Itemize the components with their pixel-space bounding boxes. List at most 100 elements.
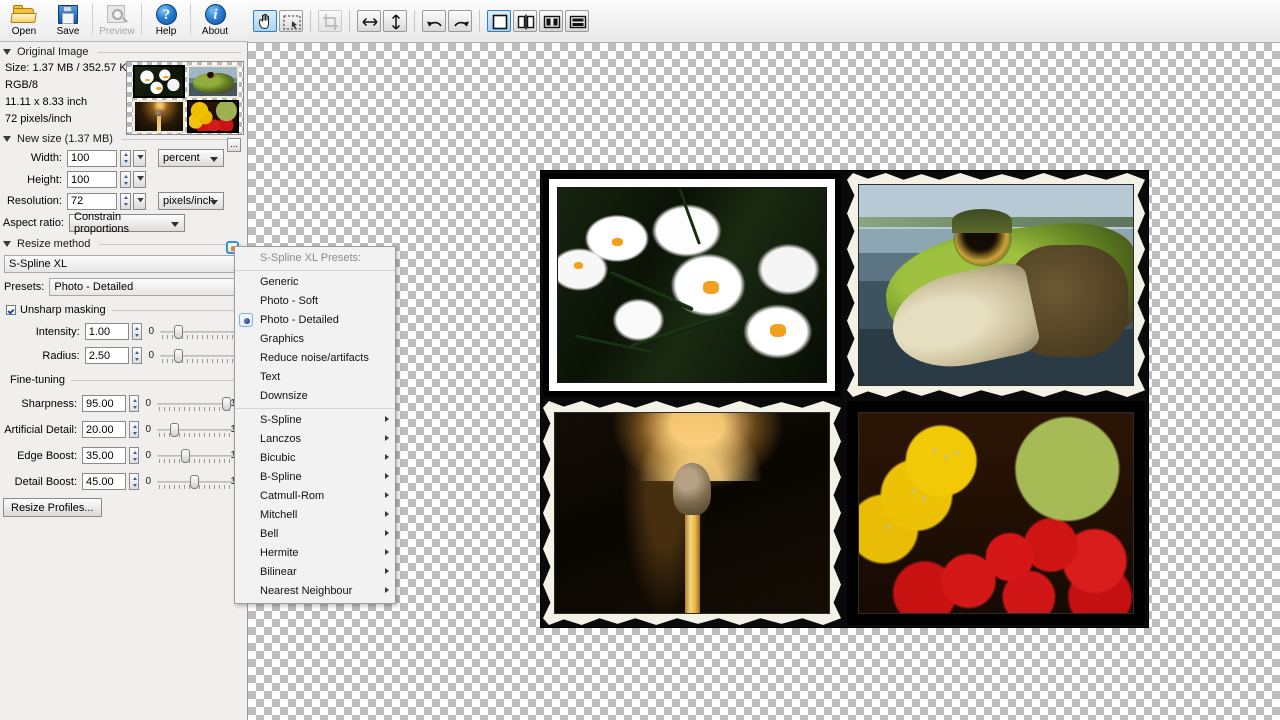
edge-boost-slider[interactable]: [157, 448, 230, 464]
menu-item-generic[interactable]: Generic: [235, 273, 395, 292]
menu-item-downsize-label: Downsize: [260, 390, 308, 402]
original-image-thumbnail[interactable]: [126, 61, 244, 135]
resize-method-section-header[interactable]: Resize method: [0, 236, 247, 252]
flowers-photo: [557, 187, 827, 383]
height-input[interactable]: [67, 171, 117, 188]
submenu-arrow-icon-9: [385, 568, 389, 574]
new-size-section-title: New size (1.37 MB): [17, 133, 113, 145]
menu-item-bicubic-label: Bicubic: [260, 452, 295, 464]
crop-tool-button[interactable]: [318, 10, 342, 32]
select-tool-button[interactable]: [279, 10, 303, 32]
view-split-button[interactable]: [513, 10, 537, 32]
menu-item-bell-label: Bell: [260, 528, 278, 540]
resolution-unit-select[interactable]: pixels/inch: [158, 192, 224, 210]
new-size-more-button[interactable]: ...: [227, 138, 241, 152]
menu-item-photo-detailed[interactable]: Photo - Detailed: [235, 311, 395, 330]
intensity-label: Intensity:: [0, 326, 80, 338]
aspect-ratio-select[interactable]: Constrain proportions: [69, 214, 185, 232]
menu-item-lanczos[interactable]: Lanczos: [235, 430, 395, 449]
transparency-checkerboard-canvas[interactable]: [248, 43, 1280, 720]
view-single-button[interactable]: [487, 10, 511, 32]
question-mark-icon: ?: [153, 2, 179, 26]
about-button[interactable]: i About: [193, 0, 237, 40]
match-photo: [554, 412, 830, 614]
view-stacked-button[interactable]: [565, 10, 589, 32]
artificial-detail-stepper[interactable]: [129, 421, 139, 438]
photo-tile-match[interactable]: [543, 401, 841, 625]
menu-item-nearest-neighbour[interactable]: Nearest Neighbour: [235, 582, 395, 601]
menu-item-bicubic[interactable]: Bicubic: [235, 449, 395, 468]
radius-slider[interactable]: [160, 348, 236, 364]
photo-tile-fruit[interactable]: [847, 401, 1145, 625]
artificial-detail-slider[interactable]: [157, 422, 230, 438]
intensity-slider[interactable]: [160, 324, 236, 340]
menu-item-photo-soft[interactable]: Photo - Soft: [235, 292, 395, 311]
radius-input[interactable]: [85, 347, 129, 364]
rotate-right-button[interactable]: [448, 10, 472, 32]
rotate-left-button[interactable]: [422, 10, 446, 32]
size-unit-select[interactable]: percent: [158, 149, 224, 167]
radius-stepper[interactable]: [132, 347, 143, 364]
intensity-stepper[interactable]: [132, 323, 143, 340]
preview-button[interactable]: Preview: [95, 0, 139, 40]
detail-boost-slider[interactable]: [157, 474, 230, 490]
menu-item-photo-detailed-label: Photo - Detailed: [260, 314, 339, 326]
menu-item-bell[interactable]: Bell: [235, 525, 395, 544]
width-stepper[interactable]: [120, 150, 131, 167]
resolution-lock-button[interactable]: [133, 193, 146, 210]
canvas-area: S-Spline XL Presets: Generic Photo - Sof…: [248, 0, 1280, 720]
radius-min-label: 0: [148, 350, 154, 361]
menu-item-b-spline[interactable]: B-Spline: [235, 468, 395, 487]
two-pane-icon: [540, 11, 564, 33]
size-unit-value: percent: [163, 152, 200, 164]
save-button[interactable]: Save: [46, 0, 90, 40]
sharpness-label: Sharpness:: [0, 398, 77, 410]
collapse-triangle-icon-2: [3, 136, 11, 142]
width-input[interactable]: [67, 150, 117, 167]
preset-select[interactable]: Photo - Detailed: [49, 278, 243, 296]
open-button[interactable]: Open: [2, 0, 46, 40]
resize-profiles-button[interactable]: Resize Profiles...: [3, 498, 102, 517]
resize-method-section-title: Resize method: [17, 238, 90, 250]
unsharp-masking-checkbox[interactable]: [6, 305, 16, 315]
sharpness-min-label: 0: [145, 398, 151, 409]
artificial-detail-input[interactable]: [82, 421, 126, 438]
thumb-photo-fruit: [187, 100, 239, 133]
menu-item-catmull-rom[interactable]: Catmull-Rom: [235, 487, 395, 506]
menu-item-text[interactable]: Text: [235, 368, 395, 387]
detail-boost-stepper[interactable]: [129, 473, 139, 490]
menu-item-hermite[interactable]: Hermite: [235, 544, 395, 563]
menu-item-mitchell[interactable]: Mitchell: [235, 506, 395, 525]
flip-horizontal-button[interactable]: [357, 10, 381, 32]
preset-context-menu[interactable]: S-Spline XL Presets: Generic Photo - Sof…: [234, 246, 396, 604]
view-side-by-side-button[interactable]: [539, 10, 563, 32]
resize-method-select[interactable]: S-Spline XL: [4, 255, 236, 273]
collage-document[interactable]: [541, 171, 1148, 627]
height-stepper[interactable]: [120, 171, 131, 188]
menu-item-reduce-noise[interactable]: Reduce noise/artifacts: [235, 349, 395, 368]
flip-vertical-button[interactable]: [383, 10, 407, 32]
edge-boost-stepper[interactable]: [129, 447, 139, 464]
width-lock-button[interactable]: [133, 150, 146, 167]
menu-item-graphics[interactable]: Graphics: [235, 330, 395, 349]
resolution-input[interactable]: [67, 193, 117, 210]
detail-boost-input[interactable]: [82, 473, 126, 490]
sharpness-input[interactable]: [82, 395, 126, 412]
open-folder-icon: [11, 2, 37, 26]
menu-item-downsize[interactable]: Downsize: [235, 387, 395, 406]
menu-item-hermite-label: Hermite: [260, 547, 299, 559]
menu-item-bilinear[interactable]: Bilinear: [235, 563, 395, 582]
photo-tile-flowers[interactable]: [543, 173, 841, 397]
photo-tile-frog[interactable]: [847, 173, 1145, 397]
original-image-section-header[interactable]: Original Image: [0, 44, 247, 60]
edge-boost-input[interactable]: [82, 447, 126, 464]
resolution-stepper[interactable]: [120, 193, 131, 210]
height-lock-button[interactable]: [133, 171, 146, 188]
sharpness-stepper[interactable]: [129, 395, 139, 412]
intensity-input[interactable]: [85, 323, 129, 340]
help-button[interactable]: ? Help: [144, 0, 188, 40]
pan-hand-tool-button[interactable]: [253, 10, 277, 32]
collapse-triangle-icon-3: [3, 241, 11, 247]
sharpness-slider[interactable]: [157, 396, 230, 412]
menu-item-s-spline[interactable]: S-Spline: [235, 411, 395, 430]
